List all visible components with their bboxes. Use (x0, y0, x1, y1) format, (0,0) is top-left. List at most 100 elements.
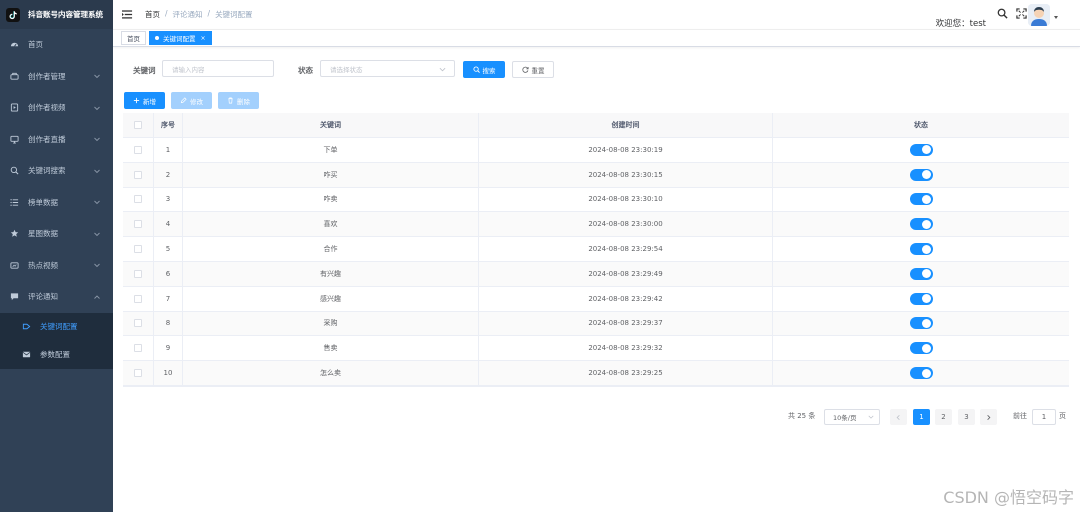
reset-button[interactable]: 重置 (512, 61, 554, 78)
hot-video-icon (10, 261, 19, 270)
status-switch[interactable] (909, 168, 933, 181)
row-checkbox-cell (123, 212, 154, 237)
row-checkbox[interactable] (134, 170, 142, 179)
search-icon[interactable] (997, 8, 1008, 19)
cell-index: 8 (154, 311, 183, 336)
sidebar-item[interactable]: 创作者视频 (0, 92, 113, 124)
tag-home[interactable]: 首页 (121, 31, 146, 45)
status-switch[interactable] (909, 267, 933, 280)
chevron-down-icon (94, 200, 100, 205)
tag-keyword-config[interactable]: 关键词配置 × (149, 31, 212, 45)
chevron-down-icon (94, 232, 100, 236)
switch-knob (922, 244, 931, 254)
row-checkbox[interactable] (134, 195, 142, 204)
sidebar-item[interactable]: 评论通知 (0, 281, 113, 313)
next-page-button[interactable] (980, 409, 997, 425)
row-checkbox-cell (123, 187, 154, 212)
header-keyword: 关键词 (183, 113, 479, 137)
table-row[interactable]: 1 下单 2024-08-08 23:30:19 (123, 138, 1069, 163)
header-index: 序号 (154, 113, 183, 137)
table-row[interactable]: 6 有兴趣 2024-08-08 23:29:49 (123, 261, 1069, 287)
status-select[interactable]: 请选择状态 (320, 60, 455, 77)
sidebar-item-label: 创作者直播 (28, 134, 66, 144)
table-header: 序号 关键词 创建时间 状态 (123, 113, 1069, 138)
table-row[interactable]: 8 采购 2024-08-08 23:29:37 (123, 311, 1069, 337)
prev-page-button[interactable] (890, 409, 907, 425)
table-row[interactable]: 2 咋买 2024-08-08 23:30:15 (123, 162, 1069, 188)
table-row[interactable]: 9 售卖 2024-08-08 23:29:32 (123, 336, 1069, 362)
switch-knob (922, 368, 931, 378)
table-row[interactable]: 4 喜欢 2024-08-08 23:30:00 (123, 212, 1069, 238)
cell-status (773, 361, 1069, 385)
table-row[interactable]: 7 感兴趣 2024-08-08 23:29:42 (123, 286, 1069, 312)
search-icon (472, 66, 480, 73)
sidebar-subitem[interactable]: 关键词配置 (0, 313, 113, 341)
status-switch[interactable] (909, 243, 933, 256)
hamburger-icon[interactable] (122, 9, 133, 20)
table-row[interactable]: 3 咋卖 2024-08-08 23:30:10 (123, 187, 1069, 213)
goto-page-input[interactable]: 1 (1032, 409, 1056, 425)
sidebar-item[interactable]: 星图数据 (0, 218, 113, 250)
row-checkbox[interactable] (134, 145, 142, 154)
row-checkbox[interactable] (134, 245, 142, 254)
keyword-placeholder: 请输入内容 (172, 65, 205, 74)
add-button[interactable]: 新增 (124, 92, 165, 109)
status-switch[interactable] (909, 218, 933, 231)
close-icon[interactable]: × (201, 35, 206, 42)
keyword-input[interactable]: 请输入内容 (162, 60, 274, 77)
goto-label: 前往 (1013, 412, 1027, 420)
sidebar-item[interactable]: 关键词搜索 (0, 155, 113, 187)
status-switch[interactable] (909, 342, 933, 355)
row-checkbox[interactable] (134, 319, 142, 328)
status-switch[interactable] (909, 292, 933, 305)
row-checkbox[interactable] (134, 294, 142, 303)
fullscreen-icon[interactable] (1016, 8, 1027, 19)
sidebar-item-label: 首页 (28, 40, 43, 50)
page-size-select[interactable]: 10条/页 (824, 409, 880, 425)
chevron-down-icon (94, 74, 100, 79)
cell-status (773, 163, 1069, 187)
page-2-button[interactable]: 2 (935, 409, 952, 425)
row-checkbox[interactable] (134, 344, 142, 353)
cell-index: 5 (154, 237, 183, 261)
delete-button[interactable]: 删除 (218, 92, 259, 109)
plus-icon (133, 97, 140, 104)
row-checkbox[interactable] (134, 369, 142, 378)
chevron-down-icon (94, 137, 100, 142)
status-switch[interactable] (909, 143, 933, 156)
row-checkbox[interactable] (134, 220, 142, 229)
row-checkbox-cell (123, 286, 154, 311)
table-row[interactable]: 5 合作 2024-08-08 23:29:54 (123, 237, 1069, 262)
status-switch[interactable] (909, 367, 933, 380)
sidebar-item-label: 星图数据 (28, 229, 58, 239)
user-avatar[interactable] (1028, 4, 1050, 26)
status-switch[interactable] (909, 317, 933, 330)
edit-button[interactable]: 修改 (171, 92, 212, 109)
caret-down-icon[interactable] (1054, 16, 1058, 19)
welcome-text: 欢迎您：test (935, 19, 986, 29)
cell-index: 3 (154, 187, 183, 212)
sidebar-item[interactable]: 创作者直播 (0, 124, 113, 156)
sidebar-item-label: 榜单数据 (28, 197, 58, 207)
breadcrumb-home[interactable]: 首页 (145, 9, 160, 20)
refresh-icon (521, 66, 529, 73)
cell-keyword: 喜欢 (183, 212, 479, 237)
page-1-button[interactable]: 1 (913, 409, 930, 425)
sidebar-subitem[interactable]: 参数配置 (0, 341, 113, 369)
select-all-checkbox[interactable] (134, 121, 142, 129)
logo-bar[interactable]: 抖音账号内容管理系统 (0, 0, 113, 29)
row-checkbox[interactable] (134, 269, 142, 278)
sidebar-item[interactable]: 热点视频 (0, 250, 113, 282)
sidebar-item[interactable]: 榜单数据 (0, 187, 113, 219)
keyword-label: 关键词 (133, 66, 156, 75)
message-icon (10, 292, 19, 301)
sidebar-item[interactable]: 首页 (0, 29, 113, 61)
search-button[interactable]: 搜索 (463, 61, 505, 78)
tag-label: 首页 (127, 35, 140, 43)
cell-status (773, 287, 1069, 311)
page-3-button[interactable]: 3 (958, 409, 975, 425)
sidebar-item[interactable]: 创作者管理 (0, 61, 113, 93)
table-row[interactable]: 10 怎么卖 2024-08-08 23:29:25 (123, 361, 1069, 386)
status-switch[interactable] (909, 193, 933, 206)
tiktok-logo-icon (6, 7, 20, 22)
